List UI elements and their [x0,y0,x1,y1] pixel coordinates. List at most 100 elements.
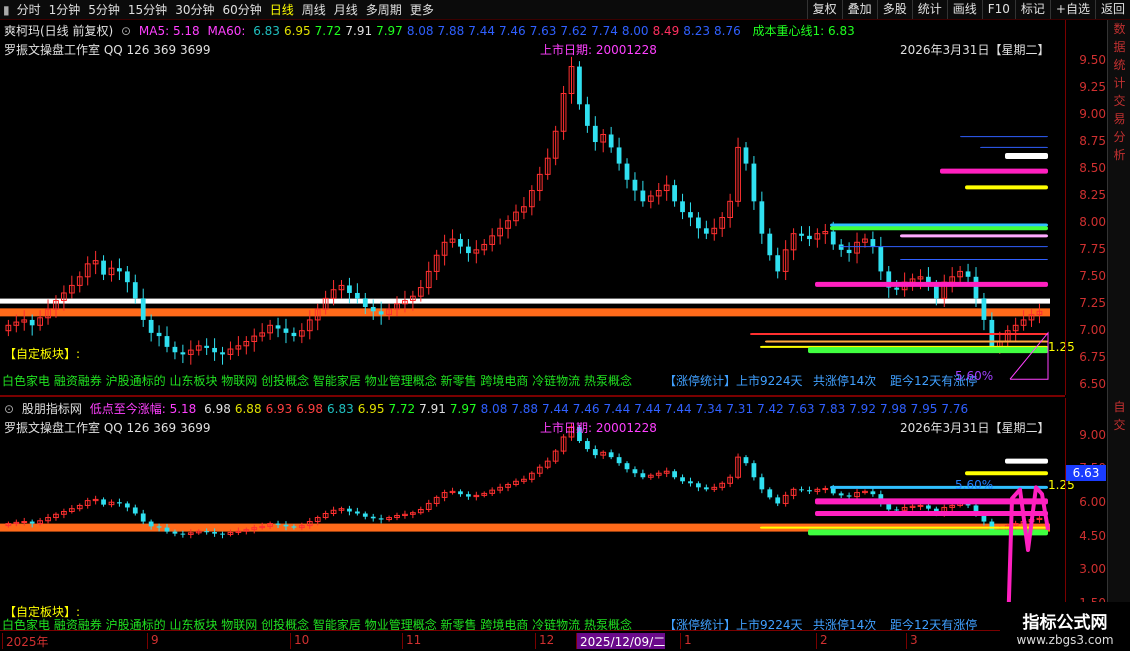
main-candle [275,325,281,329]
main-candle [291,332,297,337]
main-candle [164,336,170,347]
ma-value-9: 7.63 [529,24,557,38]
period-tab-3[interactable]: 15分钟 [124,1,171,18]
chevron-down-icon[interactable]: ⊙ [121,24,131,38]
indicator-icon[interactable]: ⊙ [4,402,14,416]
ma-values: 6.83 6.95 7.72 7.91 7.97 8.08 7.88 7.44 7.46 7.63… [253,24,745,38]
main-candle [743,147,749,164]
period-tab-1[interactable]: 1分钟 [45,1,85,18]
limit-stats: 【涨停统计】上市9224天 [664,374,803,388]
main-price-axis[interactable]: 9.50 9.25 9.00 8.75 8.50 8.25 8.00 7.75 7.50 7.25… [1065,20,1108,395]
function-button-4[interactable]: 画线 [946,0,982,19]
indicator-values: 6.98 6.88 6.93 6.98 6.83 6.95 7.72 7.91 7.97 8.08… [204,402,972,416]
sub-candle [830,488,836,494]
main-kline-panel[interactable]: 爽柯玛(日线 前复权) ⊙ MA5: 5.18 MA60: 6.83 6.95 7.… [0,20,1075,395]
indicator-value-21: 7.92 [849,402,876,416]
main-candle [878,246,884,272]
period-tab-2[interactable]: 5分钟 [84,1,124,18]
studio-line: 罗振文操盘工作室 QQ 126 369 3699 [4,43,211,57]
sub-candle [592,449,598,456]
main-candle [156,332,162,337]
level-band [900,234,1048,238]
main-axis-tick: 7.00 [1079,322,1106,337]
level-band [830,223,1048,227]
period-tab-6[interactable]: 日线 [266,1,298,18]
period-tab-4[interactable]: 30分钟 [171,1,218,18]
main-candle [894,287,900,290]
kline-chart[interactable] [0,20,1065,395]
sub-candle [362,513,368,517]
level-band [815,281,1048,287]
main-candle [640,190,646,202]
sub-candle [838,493,844,496]
sub-candle [743,457,749,464]
ma-value-15: 8.76 [714,24,741,38]
indicator-value-17: 7.31 [726,402,754,416]
sub-candle [680,477,685,482]
function-button-6[interactable]: 标记 [1014,0,1050,19]
function-button-8[interactable]: 返回 [1094,0,1130,19]
sub-candle [140,513,146,522]
indicator-value-5: 6.95 [357,402,385,416]
sub-pct-label: 5.60% [955,478,994,492]
period-tab-5[interactable]: 60分钟 [218,1,265,18]
indicator-value-16: 7.34 [695,402,723,416]
sub-candle [751,463,757,478]
function-button-5[interactable]: F10 [981,0,1015,19]
main-candle [696,217,701,229]
indicator-title: 低点至今涨幅: 5.18 [89,402,197,416]
sub-indicator-panel[interactable]: ⊙ 股朋指标网 低点至今涨幅: 5.18 6.98 6.88 6.93 6.98 6.8… [0,398,1075,632]
main-candle [101,260,106,275]
period-tab-0[interactable]: 分时 [13,1,45,18]
sub-price-tag: 6.63 [1066,465,1106,481]
ma-value-2: 7.72 [314,24,342,38]
indicator-value-6: 7.72 [388,402,416,416]
main-axis-tick: 8.25 [1079,187,1106,202]
sub-current-date: 2026年3月31日【星期二】 [900,421,1050,435]
sub-candle [291,526,297,528]
period-tab-9[interactable]: 多周期 [362,1,406,18]
main-axis-tick: 8.00 [1079,214,1106,229]
period-tab-10[interactable]: 更多 [406,1,438,18]
indicator-value-4: 6.83 [327,402,354,416]
indicator-value-10: 7.88 [511,402,539,416]
time-tick: 9 [147,633,159,649]
main-candle [378,311,384,315]
main-candle [124,271,130,283]
ma-value-1: 6.95 [283,24,311,38]
side-label: 据 [1113,40,1126,54]
function-button-0[interactable]: 复权 [806,0,842,19]
function-button-1[interactable]: 叠加 [841,0,877,19]
sub-candle [846,495,852,497]
sub-candle [608,452,614,458]
period-tab-7[interactable]: 周线 [298,1,330,18]
sub-candle [688,481,693,484]
main-candle [362,298,368,307]
ma-value-11: 7.74 [591,24,618,38]
sub-candle [616,457,622,464]
sub-candle [283,524,289,527]
indicator-value-23: 7.95 [910,402,938,416]
main-candle [838,244,844,250]
sub-level-band [830,485,1048,489]
main-candle [688,212,693,218]
main-axis-tick: 7.75 [1079,241,1106,256]
function-button-3[interactable]: 统计 [911,0,947,19]
level-band [808,347,1048,354]
menu-icon[interactable]: ▮ [0,3,13,17]
main-candle [608,134,614,148]
main-candle [592,125,598,143]
main-candle [775,255,781,272]
period-tab-8[interactable]: 月线 [330,1,362,18]
function-button-2[interactable]: 多股 [876,0,912,19]
function-button-7[interactable]: +自选 [1049,0,1095,19]
custom-block-label: 【自定板块】: [4,347,81,361]
main-axis-tick: 9.25 [1079,80,1106,95]
sub-candle [775,497,781,504]
main-candle [680,201,685,213]
side-info-bar[interactable]: 数据统计交易分析自交 [1107,20,1130,630]
sub-candle [347,508,352,512]
panel-divider[interactable] [0,395,1065,397]
main-candle [981,298,987,320]
sub-value-axis[interactable]: 9.007.506.004.503.001.50 [1065,398,1108,630]
